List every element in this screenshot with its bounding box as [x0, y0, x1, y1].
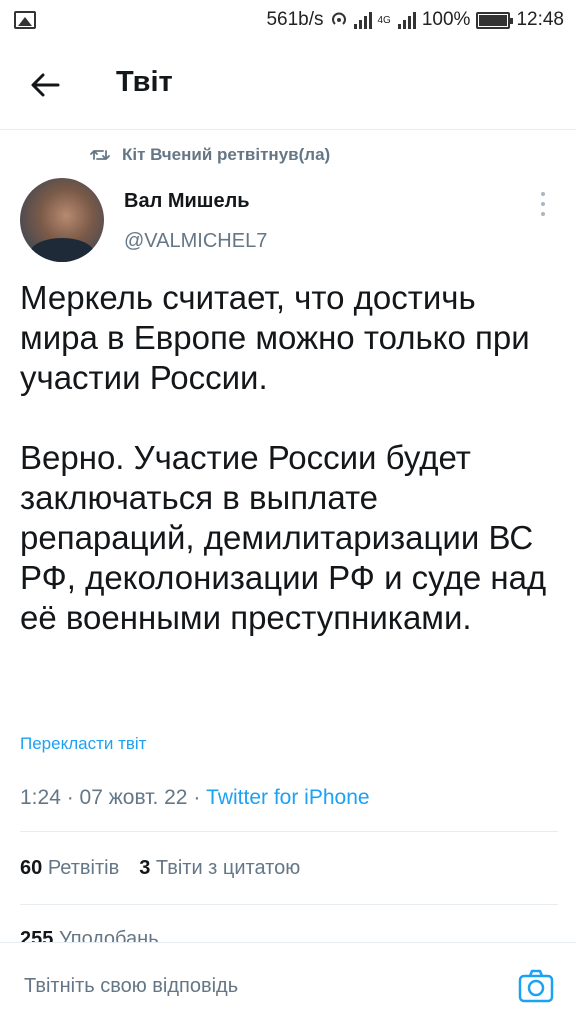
- quotes-label: Твіти з цитатою: [155, 857, 301, 879]
- tweet-stats: 60 Ретвітів 3 Твіти з цитатою: [20, 857, 300, 880]
- status-bar: 561b/s 4G 100% 12:48: [0, 0, 576, 40]
- tweet-time: 1:24: [20, 786, 61, 809]
- divider: [20, 831, 558, 832]
- battery-percent: 100%: [421, 9, 471, 30]
- avatar[interactable]: [20, 178, 104, 262]
- network-type: 4G: [377, 14, 391, 26]
- translate-link[interactable]: Перекласти твіт: [20, 734, 146, 754]
- quotes-count: 3: [139, 857, 151, 879]
- signal-icon-2: [397, 11, 416, 29]
- tweet-meta: 1:24 · 07 жовт. 22 · Twitter for iPhone: [20, 786, 370, 810]
- tweet-source-link[interactable]: Twitter for iPhone: [206, 786, 369, 809]
- tweet-date: 07 жовт. 22: [79, 786, 188, 809]
- clock: 12:48: [516, 9, 564, 30]
- network-speed: 561b/s: [266, 9, 324, 30]
- retweets-label: Ретвітів: [47, 857, 120, 879]
- meta-separator: ·: [193, 786, 207, 809]
- retweet-icon: [90, 147, 110, 163]
- arrow-left-icon[interactable]: [28, 68, 62, 102]
- top-app-bar: Твіт: [0, 40, 576, 130]
- tweet-text: Меркель считает, что достичь мира в Евро…: [20, 278, 560, 638]
- signal-icon-1: [353, 11, 372, 29]
- retweets-count: 60: [20, 857, 43, 879]
- author-handle[interactable]: @VALMICHEL7: [124, 230, 267, 253]
- tweet-paragraph: Меркель считает, что достичь мира в Евро…: [20, 279, 530, 396]
- quotes-stat[interactable]: 3 Твіти з цитатою: [139, 857, 300, 880]
- tweet-paragraph: Верно. Участие России будет заключаться …: [20, 439, 547, 636]
- camera-icon[interactable]: [518, 969, 554, 1003]
- reply-bar: Твітніть свою відповідь: [0, 942, 576, 1024]
- divider: [20, 904, 558, 905]
- more-vertical-icon[interactable]: [538, 192, 548, 216]
- retweet-context[interactable]: Кіт Вчений ретвітнув(ла): [90, 145, 330, 165]
- image-notification-icon: [14, 11, 36, 29]
- author-name[interactable]: Вал Мишель: [124, 190, 250, 213]
- reply-input[interactable]: Твітніть свою відповідь: [24, 975, 238, 998]
- hotspot-icon: [331, 12, 346, 25]
- battery-icon: [476, 11, 514, 29]
- page-title: Твіт: [116, 66, 173, 98]
- meta-separator: ·: [66, 786, 80, 809]
- retweet-context-label: Кіт Вчений ретвітнув(ла): [122, 145, 331, 164]
- retweets-stat[interactable]: 60 Ретвітів: [20, 857, 119, 880]
